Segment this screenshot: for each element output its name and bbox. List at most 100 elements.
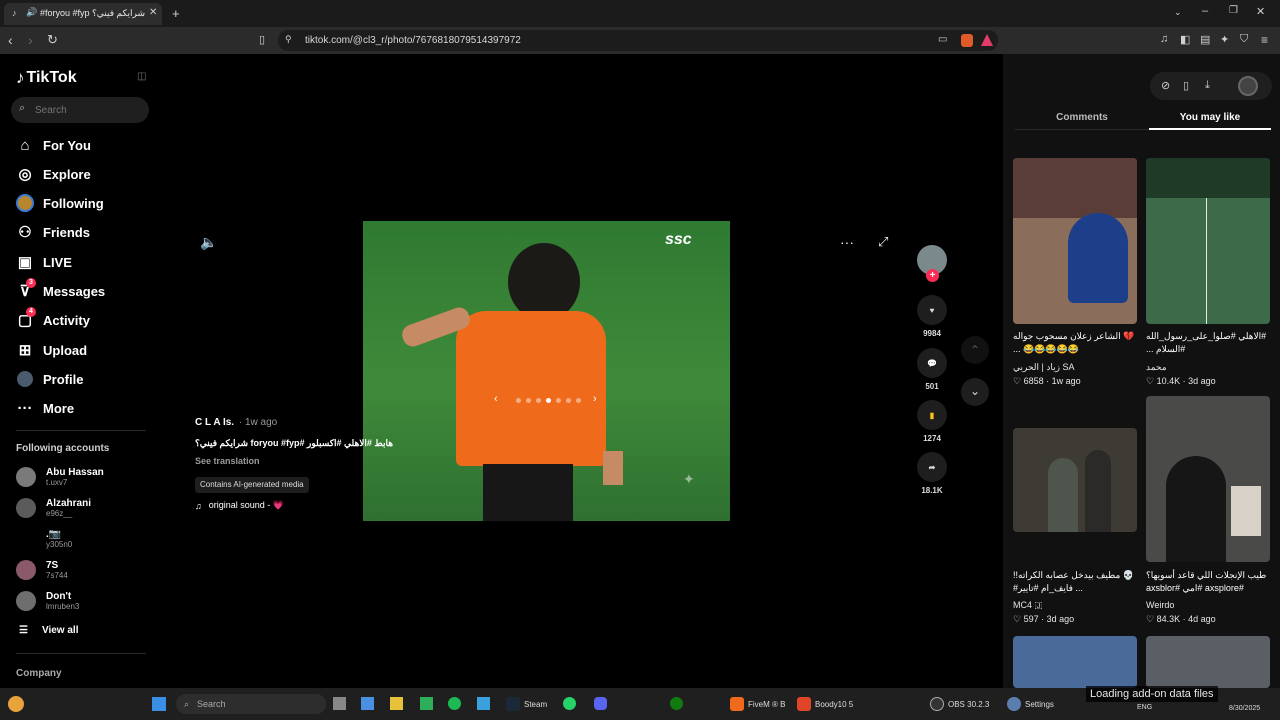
account-item[interactable]: 7S 7s744 (16, 556, 68, 584)
file-explorer-icon[interactable] (390, 697, 403, 710)
nav-live[interactable]: ▣ LIVE (16, 250, 72, 274)
compass-icon[interactable]: ⊘ (1161, 79, 1170, 92)
xbox-icon[interactable] (670, 697, 683, 710)
comment-icon[interactable]: 💬 (917, 348, 947, 378)
taskbar-search[interactable]: ⌕ Search (176, 694, 326, 714)
slide-dot[interactable] (566, 398, 571, 403)
card-author[interactable]: Weirdo (1146, 600, 1174, 610)
input-language[interactable]: ENG (1137, 704, 1152, 711)
weather-icon[interactable] (8, 696, 24, 712)
video-thumbnail[interactable] (1146, 396, 1270, 562)
tab-comments[interactable]: Comments (1015, 112, 1149, 123)
author-avatar[interactable]: + (917, 245, 947, 282)
slide-dot[interactable] (576, 398, 581, 403)
media-icon[interactable]: ♫ (1160, 33, 1168, 45)
cast-icon[interactable]: ▭ (938, 34, 947, 45)
new-tab-icon[interactable]: + (172, 6, 180, 21)
close-window-icon[interactable]: ✕ (1256, 5, 1265, 18)
nav-friends[interactable]: ⚇ Friends (16, 220, 90, 244)
nav-following[interactable]: Following (16, 191, 104, 215)
vpn-shield-icon[interactable]: ⛉ (1240, 33, 1248, 46)
post-author[interactable]: C L A Is. (195, 417, 234, 428)
ai-generated-badge[interactable]: Contains AI-generated media (195, 477, 309, 493)
next-slide-icon[interactable]: › (593, 393, 597, 405)
volume-icon[interactable]: 🔈 (200, 234, 217, 251)
card-author[interactable]: زياد | الحربي SA (1013, 362, 1074, 373)
nav-explore[interactable]: ◎ Explore (16, 162, 90, 186)
share-icon[interactable]: ➦ (917, 452, 947, 482)
sidebar-icon[interactable]: ◧ (1180, 33, 1190, 46)
bookmark-icon[interactable]: ▯ (259, 33, 265, 46)
account-item[interactable]: Alzahrani e96z__ (16, 494, 91, 522)
url-text[interactable]: tiktok.com/@cl3_r/photo/7676818079514397… (305, 35, 521, 46)
wallet-icon[interactable]: ▤ (1200, 33, 1210, 46)
close-tab-icon[interactable]: ✕ (149, 7, 157, 18)
like-action[interactable]: ♥ 9984 (917, 295, 947, 338)
post-photo[interactable]: ssc ‹ › ✦ (363, 221, 730, 521)
video-thumbnail[interactable] (1013, 636, 1137, 688)
brave-shield-icon[interactable] (961, 34, 973, 47)
slide-dot[interactable] (556, 398, 561, 403)
minimize-icon[interactable]: – (1202, 5, 1208, 17)
taskbar-app-steam[interactable]: Steam (506, 695, 547, 713)
search-input[interactable] (35, 102, 135, 118)
bookmark-filled-icon[interactable]: ▮ (917, 400, 947, 430)
app-icon[interactable] (477, 697, 490, 710)
post-sound[interactable]: ♫ original sound - 💗 (195, 500, 284, 511)
card-author[interactable]: MC4 🇯 (1013, 600, 1042, 611)
taskbar-app-brave[interactable]: Boody10 5 (797, 695, 853, 713)
user-avatar[interactable] (1238, 76, 1258, 96)
account-item[interactable]: Don't lmruben3 (16, 587, 79, 615)
video-thumbnail[interactable] (1013, 158, 1137, 324)
share-action[interactable]: ➦ 18.1K (917, 452, 947, 495)
store-icon[interactable] (361, 697, 374, 710)
tab-search-chevron-icon[interactable]: ⌄ (1174, 7, 1182, 18)
card-title[interactable]: طيب الإنجلات اللي قاعد أسويها؟ #axsplore… (1146, 569, 1270, 595)
slide-dot[interactable] (526, 398, 531, 403)
heart-icon[interactable]: ♥ (917, 295, 947, 325)
account-item[interactable]: Abu Hassan t.uxv7 (16, 463, 104, 491)
tiktok-logo[interactable]: ♪ TikTok (16, 68, 77, 88)
maximize-icon[interactable]: ❐ (1229, 5, 1238, 16)
discord-icon[interactable] (594, 697, 607, 710)
nav-messages[interactable]: ⊽ 3 Messages (16, 278, 105, 303)
follow-plus-icon[interactable]: + (926, 269, 939, 282)
windows-start-icon[interactable] (152, 697, 166, 711)
site-info-icon[interactable]: ⚲ (285, 34, 292, 45)
speaker-icon[interactable]: 🔊 (26, 7, 37, 18)
task-view-icon[interactable] (333, 697, 346, 710)
prev-slide-icon[interactable]: ‹ (494, 393, 498, 405)
card-author[interactable]: محمد (1146, 362, 1167, 373)
save-action[interactable]: ▮ 1274 (917, 400, 947, 443)
collapse-sidebar-icon[interactable]: ◫ (137, 71, 146, 82)
brave-rewards-icon[interactable] (981, 34, 993, 46)
spotify-icon[interactable] (448, 697, 461, 710)
taskbar-app-fivem[interactable]: FiveM ® B (730, 695, 785, 713)
app-icon[interactable] (420, 697, 433, 710)
browser-tab[interactable]: ♪ 🔊 #foryou #fyp شرايكم فيني؟ ✕ (4, 3, 162, 25)
nav-activity[interactable]: ▢ 4 Activity (16, 307, 90, 332)
nav-upload[interactable]: ⊞ Upload (16, 338, 87, 362)
search-box[interactable]: ⌕ (11, 97, 149, 123)
nav-for-you[interactable]: ⌂ For You (16, 133, 90, 157)
video-thumbnail[interactable] (1146, 158, 1270, 324)
menu-icon[interactable]: ≡ (1261, 33, 1268, 47)
slide-dot[interactable] (546, 398, 551, 403)
nav-profile[interactable]: Profile (16, 367, 83, 391)
fullscreen-icon[interactable]: ⤢ (878, 234, 888, 250)
card-title[interactable]: 💀 مطيف بيدخل عصابه الكراته!! ‪#فايف_ام #… (1013, 569, 1137, 595)
next-post-button[interactable]: ⌄ (961, 378, 989, 406)
company-link[interactable]: Company (16, 668, 62, 679)
phone-icon[interactable]: ▯ (1183, 79, 1189, 92)
url-bar[interactable]: ⚲ tiktok.com/@cl3_r/photo/76768180795143… (278, 30, 998, 51)
tab-you-may-like[interactable]: You may like (1149, 112, 1271, 123)
whatsapp-icon[interactable] (563, 697, 576, 710)
view-all-link[interactable]: ☰ View all (19, 625, 78, 636)
slide-dot[interactable] (516, 398, 521, 403)
taskbar-app-obs[interactable]: OBS 30.2.3 (930, 695, 989, 713)
video-thumbnail[interactable] (1013, 428, 1137, 532)
nav-more[interactable]: ··· More (16, 396, 75, 420)
back-icon[interactable]: ‹ (8, 32, 13, 48)
card-title[interactable]: #الاهلي #صلوا_على_رسول_الله #السلام ... (1146, 330, 1270, 356)
slide-dot[interactable] (536, 398, 541, 403)
